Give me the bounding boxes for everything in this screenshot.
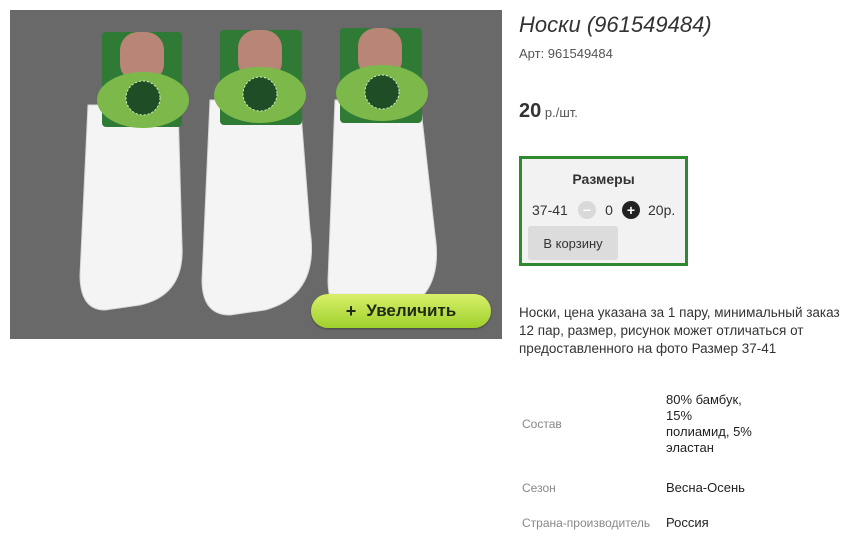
plus-circle-icon[interactable]: + [622, 201, 640, 219]
product-description: Носки, цена указана за 1 пару, минимальн… [519, 305, 840, 356]
product-image[interactable]: + Увеличить [10, 10, 502, 339]
size-label: 37-41 [532, 202, 568, 218]
spec-row: Состав 80% бамбук, 15% полиамид, 5% элас… [519, 380, 756, 468]
size-row: 37-41 − 0 + 20р. [532, 201, 675, 219]
sizes-title: Размеры [572, 171, 635, 187]
spec-key: Состав [522, 417, 562, 431]
product-price: 20 р./шт. [519, 100, 578, 123]
product-title: Носки (961549484) [519, 12, 712, 37]
spec-key: Сезон [522, 481, 556, 495]
product-sku: Арт: 961549484 [519, 46, 613, 61]
spec-value: Весна-Осень [666, 480, 745, 495]
quantity-value[interactable]: 0 [596, 202, 622, 218]
specs-table: Состав 80% бамбук, 15% полиамид, 5% элас… [519, 380, 756, 538]
spec-key: Страна-производитель [522, 516, 651, 530]
sizes-box: Размеры 37-41 − 0 + 20р. В корзину [519, 156, 688, 266]
spec-row: Страна-производитель Россия [519, 508, 756, 538]
minus-icon[interactable]: − [578, 201, 596, 219]
spec-value: Россия [666, 515, 709, 530]
add-to-cart-button[interactable]: В корзину [528, 226, 618, 260]
socks-illustration [79, 28, 437, 319]
price-unit: р./шт. [544, 105, 578, 120]
size-sum: 20р. [648, 202, 676, 218]
spec-row: Сезон Весна-Осень [519, 468, 756, 508]
zoom-label: Увеличить [366, 301, 457, 320]
spec-value: 80% бамбук, 15% полиамид, 5% эластан [666, 392, 752, 455]
zoom-button[interactable]: + Увеличить [311, 294, 491, 328]
price-value: 20 [519, 100, 542, 122]
plus-icon: + [345, 300, 357, 321]
